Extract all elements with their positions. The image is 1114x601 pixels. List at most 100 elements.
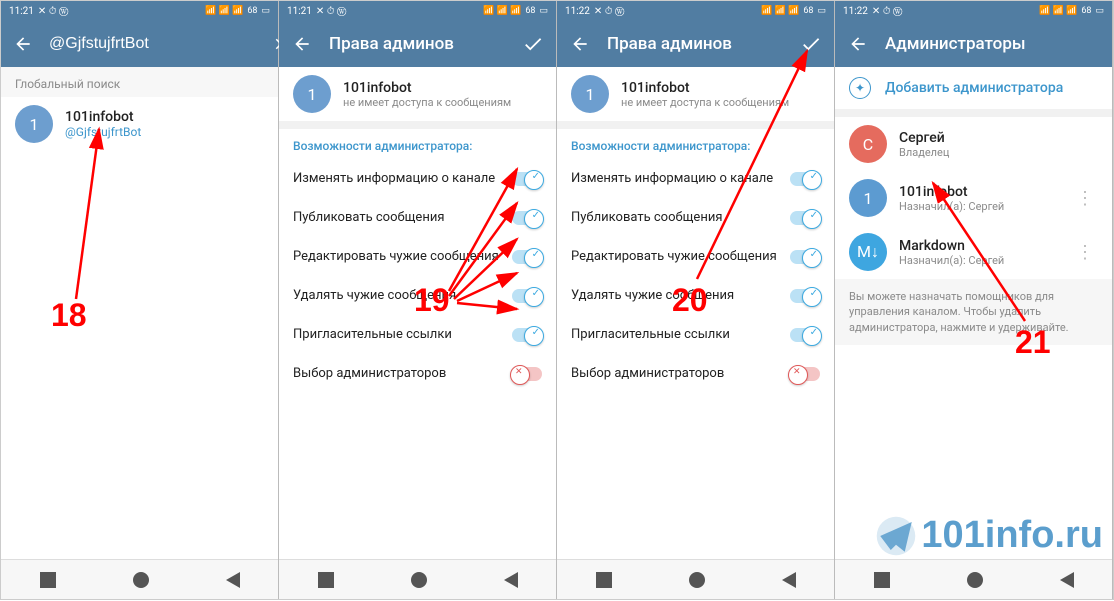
pane-admin-rights-1: 11:21✕ ⏱ Ⓦ 📶 📶 📶 68▭ Права админов 1 101… [279, 1, 557, 599]
nav-back-icon[interactable] [782, 572, 796, 588]
nav-back-icon[interactable] [504, 572, 518, 588]
result-sub: @GjfstujfrtBot [65, 125, 264, 139]
status-icons: ✕ ⏱ Ⓦ [38, 6, 69, 17]
permission-row[interactable]: Выбор администраторов [279, 354, 556, 393]
permission-label: Пригласительные ссылки [293, 327, 512, 342]
permission-row[interactable]: Пригласительные ссылки [557, 315, 834, 354]
status-time: 11:21 [9, 6, 34, 17]
admin-bot-row[interactable]: 1 101infobot не имеет доступа к сообщени… [279, 67, 556, 121]
nav-back-icon[interactable] [1060, 572, 1074, 588]
toggle[interactable] [512, 211, 542, 225]
permission-label: Выбор администраторов [293, 366, 512, 381]
confirm-icon[interactable] [800, 33, 822, 55]
nav-home-icon[interactable] [133, 572, 149, 588]
nav-recent-icon[interactable] [874, 572, 890, 588]
android-navbar [279, 559, 556, 599]
toggle[interactable] [512, 289, 542, 303]
nav-home-icon[interactable] [411, 572, 427, 588]
topbar: Администраторы [835, 21, 1112, 67]
admin-row[interactable]: ССергейВладелец [835, 117, 1112, 171]
admin-row[interactable]: M↓MarkdownНазначил(а): Сергей⋮ [835, 225, 1112, 279]
statusbar: 11:22✕ ⏱ Ⓦ 📶 📶 📶 68▭ [835, 1, 1112, 21]
nav-home-icon[interactable] [967, 572, 983, 588]
permission-row[interactable]: Удалять чужие сообщения [557, 276, 834, 315]
permission-label: Изменять информацию о канале [571, 171, 790, 186]
permission-row[interactable]: Публиковать сообщения [557, 198, 834, 237]
back-icon[interactable] [13, 33, 33, 55]
nav-home-icon[interactable] [689, 572, 705, 588]
toggle[interactable] [512, 250, 542, 264]
back-icon[interactable] [569, 33, 591, 55]
avatar: 1 [15, 105, 53, 143]
search-input[interactable] [49, 35, 256, 53]
permission-label: Редактировать чужие сообщения [571, 249, 790, 264]
statusbar: 11:22✕ ⏱ Ⓦ 📶 📶 📶 68▭ [557, 1, 834, 21]
search-topbar [1, 21, 278, 67]
topbar: Права админов [557, 21, 834, 67]
nav-back-icon[interactable] [226, 572, 240, 588]
result-title: 101infobot [65, 109, 264, 125]
toggle[interactable] [512, 328, 542, 342]
caps-label: Возможности администратора: [557, 129, 834, 159]
pane-admin-rights-2: 11:22✕ ⏱ Ⓦ 📶 📶 📶 68▭ Права админов 1 101… [557, 1, 835, 599]
global-search-label: Глобальный поиск [1, 67, 278, 97]
back-icon[interactable] [847, 33, 869, 55]
permission-label: Удалять чужие сообщения [571, 288, 790, 303]
avatar: 1 [571, 75, 609, 113]
pane-search: 11:21 ✕ ⏱ Ⓦ 📶 📶 📶 68▭ Глобальный поиск 1 … [1, 1, 279, 599]
toggle[interactable] [790, 289, 820, 303]
caps-label: Возможности администратора: [279, 129, 556, 159]
permission-row[interactable]: Изменять информацию о канале [557, 159, 834, 198]
permission-label: Редактировать чужие сообщения [293, 249, 512, 264]
avatar: 1 [293, 75, 331, 113]
permission-row[interactable]: Публиковать сообщения [279, 198, 556, 237]
android-navbar [557, 559, 834, 599]
confirm-icon[interactable] [522, 33, 544, 55]
avatar: M↓ [849, 233, 887, 271]
toggle[interactable] [512, 172, 542, 186]
back-icon[interactable] [291, 33, 313, 55]
admin-bot-row[interactable]: 1 101infobot не имеет доступа к сообщени… [557, 67, 834, 121]
permission-label: Удалять чужие сообщения [293, 288, 512, 303]
annotation-18: 18 [51, 297, 87, 333]
permission-label: Публиковать сообщения [293, 210, 512, 225]
toggle[interactable] [790, 211, 820, 225]
statusbar: 11:21✕ ⏱ Ⓦ 📶 📶 📶 68▭ [279, 1, 556, 21]
toggle[interactable] [790, 250, 820, 264]
topbar-title: Права админов [607, 34, 784, 54]
statusbar: 11:21 ✕ ⏱ Ⓦ 📶 📶 📶 68▭ [1, 1, 278, 21]
android-navbar [835, 559, 1112, 599]
toggle[interactable] [790, 172, 820, 186]
toggle[interactable] [512, 367, 542, 381]
permission-row[interactable]: Редактировать чужие сообщения [279, 237, 556, 276]
status-right: 📶 📶 📶 68▭ [205, 6, 270, 16]
permission-label: Публиковать сообщения [571, 210, 790, 225]
search-result[interactable]: 1 101infobot @GjfstujfrtBot [1, 97, 278, 151]
toggle[interactable] [790, 367, 820, 381]
nav-recent-icon[interactable] [40, 572, 56, 588]
permission-row[interactable]: Редактировать чужие сообщения [557, 237, 834, 276]
nav-recent-icon[interactable] [318, 572, 334, 588]
permission-row[interactable]: Выбор администраторов [557, 354, 834, 393]
admin-row[interactable]: 1101infobotНазначил(а): Сергей⋮ [835, 171, 1112, 225]
topbar-title: Администраторы [885, 34, 1100, 54]
android-navbar [1, 559, 278, 599]
toggle[interactable] [790, 328, 820, 342]
avatar: 1 [849, 179, 887, 217]
add-admin-button[interactable]: ✦ Добавить администратора [835, 67, 1112, 109]
star-plus-icon: ✦ [849, 77, 871, 99]
more-icon[interactable]: ⋮ [1072, 242, 1098, 263]
nav-recent-icon[interactable] [596, 572, 612, 588]
permission-label: Выбор администраторов [571, 366, 790, 381]
footer-hint: Вы можете назначать помощников для управ… [835, 279, 1112, 345]
permission-label: Изменять информацию о канале [293, 171, 512, 186]
permission-label: Пригласительные ссылки [571, 327, 790, 342]
avatar: С [849, 125, 887, 163]
permission-row[interactable]: Удалять чужие сообщения [279, 276, 556, 315]
pane-administrators: 11:22✕ ⏱ Ⓦ 📶 📶 📶 68▭ Администраторы ✦ До… [835, 1, 1113, 599]
permission-row[interactable]: Пригласительные ссылки [279, 315, 556, 354]
topbar: Права админов [279, 21, 556, 67]
more-icon[interactable]: ⋮ [1072, 188, 1098, 209]
permission-row[interactable]: Изменять информацию о канале [279, 159, 556, 198]
topbar-title: Права админов [329, 34, 506, 54]
